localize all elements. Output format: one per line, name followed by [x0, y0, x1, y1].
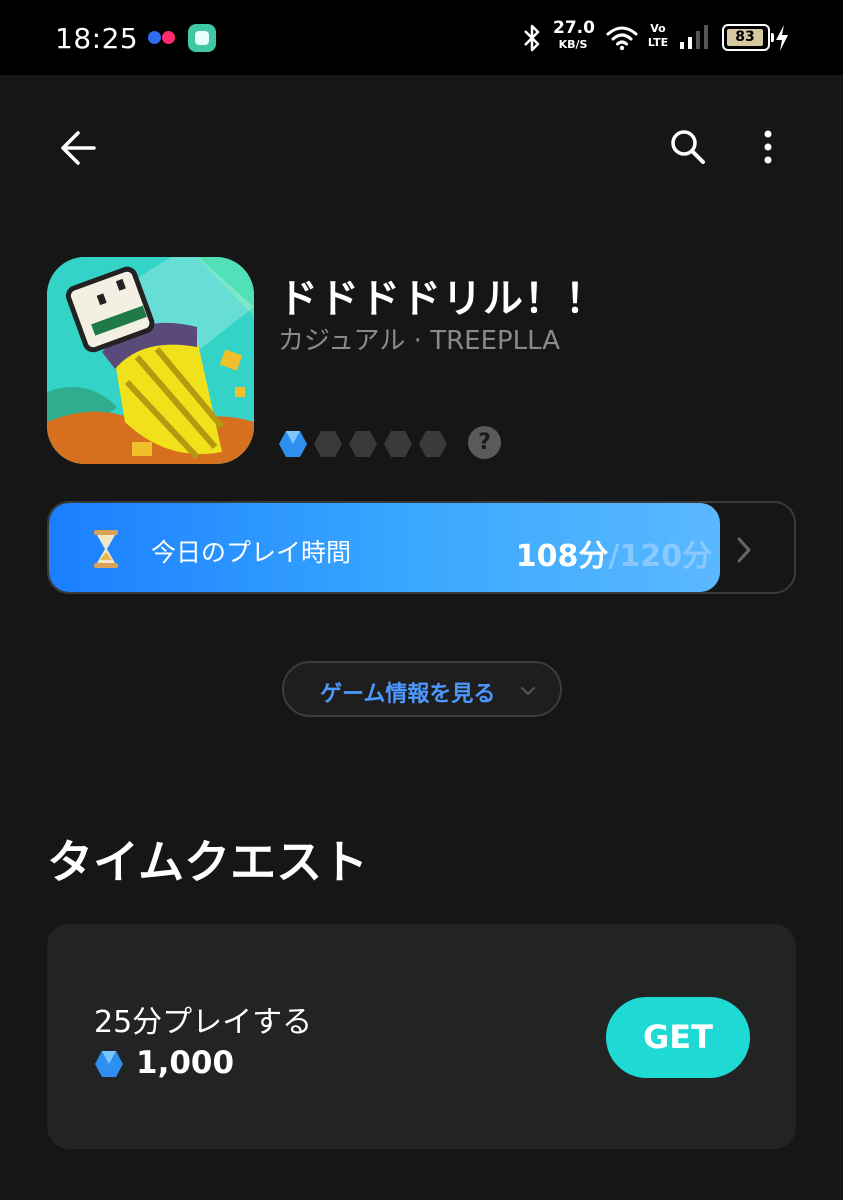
network-speed: 27.0 KB/S	[553, 18, 595, 51]
playtime-value: 108分/120分	[515, 539, 712, 574]
help-icon[interactable]: ?	[468, 426, 501, 459]
battery-icon: 83	[722, 24, 774, 51]
signal-icon	[680, 25, 708, 49]
search-icon[interactable]	[668, 127, 708, 167]
app-icon	[47, 257, 254, 464]
battery-level: 83	[727, 29, 763, 46]
section-title: タイムクエスト	[47, 835, 369, 889]
bluetooth-icon	[524, 24, 540, 52]
gem-filled-icon	[279, 431, 307, 457]
chevron-right-icon	[737, 537, 751, 563]
today-playtime-bar[interactable]: 今日のプレイ時間 108分/120分	[47, 501, 796, 594]
status-time: 18:25	[55, 22, 139, 55]
game-info-button[interactable]: ゲーム情報を見る	[282, 661, 562, 717]
gem-empty-icon	[419, 431, 447, 457]
hourglass-icon	[94, 530, 118, 568]
app-notification-icon	[188, 24, 216, 52]
reward-amount: 1,000	[136, 1045, 235, 1081]
gem-empty-icon	[384, 431, 412, 457]
quest-card: 25分プレイする 1,000 GET	[47, 924, 796, 1149]
more-options-icon[interactable]	[752, 127, 784, 167]
back-arrow-icon[interactable]	[58, 127, 100, 169]
chevron-down-icon	[521, 687, 535, 695]
app-category-developer: カジュアル · TREEPLLA	[278, 326, 561, 356]
wifi-icon	[606, 26, 638, 51]
gem-icon	[95, 1051, 123, 1077]
quest-name: 25分プレイする	[94, 1005, 313, 1040]
get-button[interactable]: GET	[606, 997, 750, 1078]
gem-empty-icon	[314, 431, 342, 457]
playtime-label: 今日のプレイ時間	[151, 538, 352, 567]
app-title: ドドドドリル！！	[278, 276, 606, 322]
volte-indicator: Vo LTE	[647, 22, 669, 49]
game-info-label: ゲーム情報を見る	[320, 682, 496, 707]
gem-empty-icon	[349, 431, 377, 457]
charging-icon	[776, 25, 788, 51]
status-bar: 18:25 27.0 KB/S Vo LTE 83	[0, 0, 843, 75]
notification-dots-icon	[148, 31, 178, 45]
